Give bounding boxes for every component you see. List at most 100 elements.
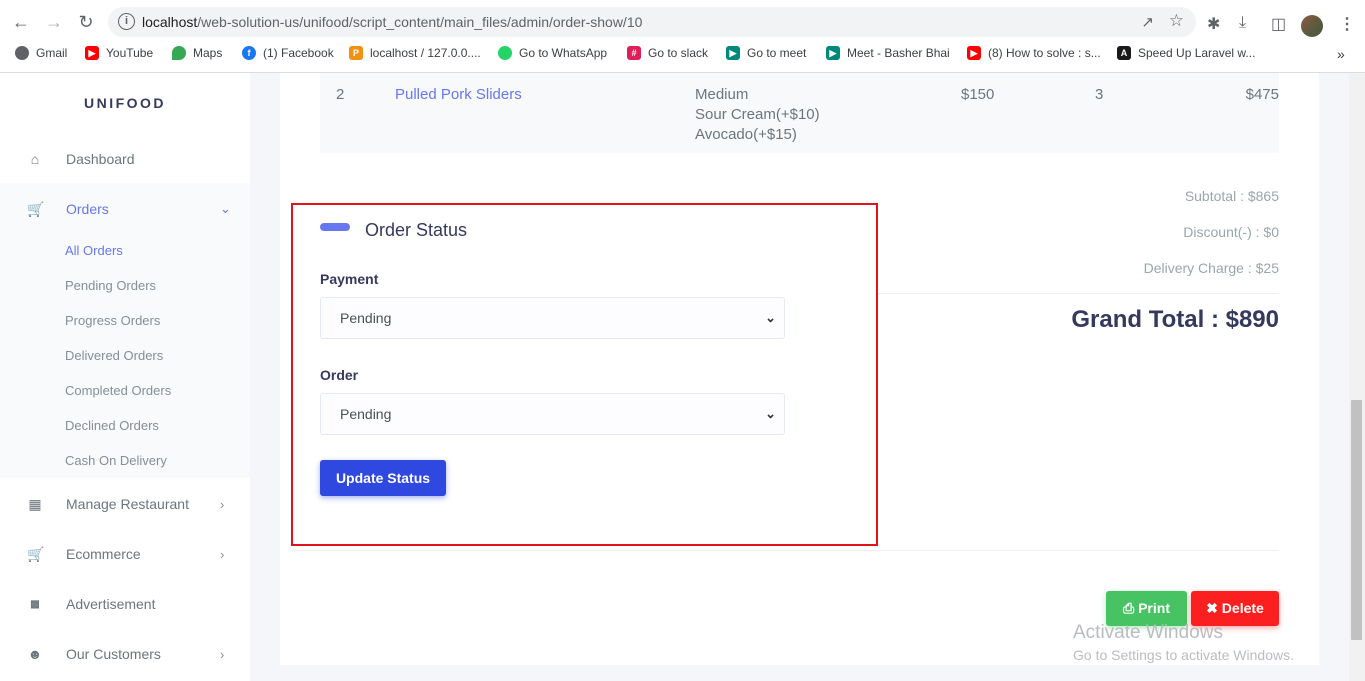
address-bar[interactable]: i localhost/web-solution-us/unifood/scri…: [108, 7, 1196, 37]
grand-total: Grand Total : $890: [1071, 306, 1279, 333]
bookmark-laravel[interactable]: A Speed Up Laravel w...: [1117, 46, 1255, 60]
chevron-right-icon: ›: [220, 646, 225, 662]
payment-select[interactable]: Pending ⌄: [320, 297, 785, 339]
sidebar: UNIFOOD ⌂ Dashboard 🛒 Orders ⌄ All Order…: [0, 73, 250, 681]
page-scrollbar[interactable]: [1349, 73, 1365, 681]
slack-icon: #: [627, 46, 641, 60]
bookmark-gmail[interactable]: Gmail: [15, 46, 67, 60]
browser-menu-icon[interactable]: ⋮: [1339, 14, 1355, 34]
chevron-down-icon: ⌄: [765, 406, 776, 421]
print-label: Print: [1138, 600, 1170, 616]
more-bookmarks-icon[interactable]: »: [1337, 46, 1345, 62]
meet-icon: ▶: [826, 46, 840, 60]
close-icon: ✖: [1206, 600, 1218, 616]
sidebar-subitem-progress-orders[interactable]: Progress Orders: [65, 313, 160, 328]
chevron-right-icon: ›: [220, 546, 225, 562]
scrollbar-thumb[interactable]: [1351, 400, 1362, 640]
bookmark-phpmyadmin[interactable]: Plocalhost / 127.0.0....: [349, 46, 481, 60]
print-button[interactable]: ⎙ Print: [1106, 591, 1187, 626]
extensions-icon[interactable]: ✱: [1207, 14, 1220, 34]
bookmark-youtube[interactable]: ▶ YouTube: [85, 46, 153, 60]
bookmark-facebook[interactable]: f (1) Facebook: [242, 46, 334, 60]
reload-icon[interactable]: ↻: [74, 10, 98, 34]
phpmyadmin-icon: P: [349, 46, 363, 60]
bookmark-label: (8) How to solve : s...: [988, 46, 1101, 60]
bookmark-label: (1) Facebook: [263, 46, 334, 60]
activation-watermark-subtitle: Go to Settings to activate Windows.: [1073, 647, 1294, 663]
sidebar-subitem-pending-orders[interactable]: Pending Orders: [65, 278, 156, 293]
row-index: 2: [336, 86, 345, 103]
ad-icon: ▩: [30, 598, 40, 610]
sidebar-item-manage-restaurant[interactable]: ▦ Manage Restaurant ›: [0, 479, 250, 529]
order-select-value: Pending: [340, 406, 392, 422]
order-status-panel: Order Status Payment Pending ⌄ Order Pen…: [291, 203, 878, 546]
sidebar-item-label: Ecommerce: [66, 546, 141, 562]
site-info-icon[interactable]: i: [118, 13, 135, 30]
section-accent: [320, 223, 350, 231]
bookmark-how-to-solve[interactable]: ▶ (8) How to solve : s...: [967, 46, 1101, 60]
payment-select-value: Pending: [340, 310, 392, 326]
youtube-icon: ▶: [85, 46, 99, 60]
divider: [815, 293, 1279, 294]
side-panel-icon[interactable]: ◫: [1271, 14, 1286, 34]
bookmark-meet[interactable]: ▶ Go to meet: [726, 46, 806, 60]
gmail-icon: [15, 46, 29, 60]
sidebar-item-orders[interactable]: 🛒 Orders ⌄: [0, 184, 250, 234]
bookmark-label: Go to meet: [747, 46, 807, 60]
url-host: localhost: [142, 14, 198, 30]
print-icon: ⎙: [1123, 600, 1135, 616]
sidebar-item-advertisement[interactable]: ▩ Advertisement: [0, 579, 250, 629]
sidebar-item-label: Dashboard: [66, 151, 135, 167]
unit-price: $150: [961, 86, 995, 103]
bookmark-label: Speed Up Laravel w...: [1138, 46, 1256, 60]
url-path: /web-solution-us/unifood/script_content/…: [197, 14, 643, 30]
product-extra: Sour Cream(+$10): [695, 106, 820, 123]
payment-label: Payment: [320, 271, 379, 287]
back-icon[interactable]: ←: [9, 10, 33, 34]
chevron-right-icon: ›: [220, 496, 225, 512]
bookmark-label: Gmail: [36, 46, 68, 60]
grid-icon: ▦: [28, 495, 42, 512]
browser-chrome: ← → ↻ i localhost/web-solution-us/unifoo…: [0, 0, 1365, 73]
sidebar-subitem-all-orders[interactable]: All Orders: [65, 243, 123, 258]
browser-toolbar: ← → ↻ i localhost/web-solution-us/unifoo…: [0, 4, 1365, 40]
cart-icon: 🛒: [27, 200, 45, 217]
bookmark-slack[interactable]: # Go to slack: [627, 46, 708, 60]
sidebar-subitem-delivered-orders[interactable]: Delivered Orders: [65, 348, 163, 363]
bookmark-star-icon[interactable]: ☆: [1169, 11, 1184, 31]
divider: [292, 550, 1279, 551]
bookmark-whatsapp[interactable]: Go to WhatsApp: [498, 46, 607, 60]
sidebar-item-ecommerce[interactable]: 🛒 Ecommerce ›: [0, 529, 250, 579]
sidebar-subitem-declined-orders[interactable]: Declined Orders: [65, 418, 159, 433]
sidebar-item-label: Our Customers: [66, 646, 161, 662]
youtube-icon: ▶: [967, 46, 981, 60]
sidebar-item-dashboard[interactable]: ⌂ Dashboard: [0, 134, 250, 184]
chevron-down-icon: ⌄: [765, 310, 776, 325]
product-link[interactable]: Pulled Pork Sliders: [395, 86, 522, 103]
profile-avatar[interactable]: [1301, 15, 1323, 37]
activation-watermark-title: Activate Windows: [1073, 622, 1223, 643]
home-icon: ⌂: [30, 151, 40, 167]
bookmark-label: Go to WhatsApp: [519, 46, 608, 60]
bookmark-meet-basher[interactable]: ▶ Meet - Basher Bhai: [826, 46, 950, 60]
bookmark-label: Go to slack: [648, 46, 709, 60]
sidebar-subitem-completed-orders[interactable]: Completed Orders: [65, 383, 171, 398]
bookmark-maps[interactable]: Maps: [172, 46, 222, 60]
quantity: 3: [1095, 86, 1104, 103]
delete-button[interactable]: ✖ Delete: [1191, 591, 1279, 626]
cart-icon: 🛒: [27, 545, 45, 562]
meet-icon: ▶: [726, 46, 740, 60]
bookmark-label: Maps: [193, 46, 223, 60]
download-icon[interactable]: ⤓: [1239, 14, 1246, 32]
share-icon[interactable]: ↗: [1141, 13, 1154, 31]
brand-logo[interactable]: UNIFOOD: [0, 95, 250, 111]
product-size: Medium: [695, 86, 749, 103]
sidebar-item-our-customers[interactable]: ☻ Our Customers ›: [0, 629, 250, 679]
sidebar-subitem-cash-on-delivery[interactable]: Cash On Delivery: [65, 453, 167, 468]
update-status-button[interactable]: Update Status: [320, 460, 446, 496]
address-url[interactable]: localhost/web-solution-us/unifood/script…: [142, 14, 642, 30]
discount: Discount(-) : $0: [1183, 224, 1279, 240]
order-select[interactable]: Pending ⌄: [320, 393, 785, 435]
forward-icon[interactable]: →: [42, 10, 66, 34]
subtotal: Subtotal : $865: [1184, 188, 1279, 204]
